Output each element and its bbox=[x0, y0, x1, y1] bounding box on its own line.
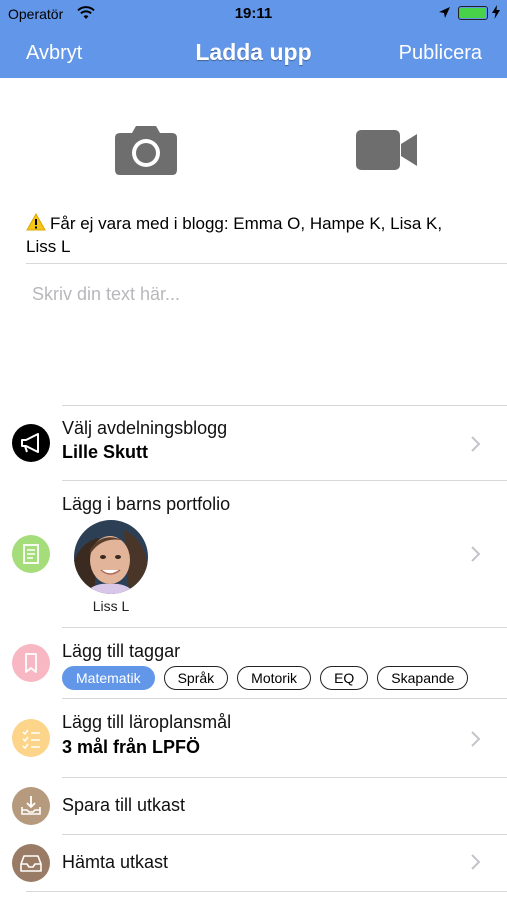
battery-icon bbox=[458, 6, 488, 20]
tag-list: Matematik Språk Motorik EQ Skapande bbox=[62, 666, 507, 691]
chevron-right-icon bbox=[471, 436, 481, 452]
video-camera-icon bbox=[356, 130, 417, 170]
child-portfolio-label: Lägg i barns portfolio bbox=[62, 494, 231, 514]
curriculum-goals-row[interactable]: Lägg till läroplansmål 3 mål från LPFÖ bbox=[0, 699, 507, 777]
divider bbox=[26, 263, 507, 264]
child-avatar[interactable] bbox=[74, 520, 148, 594]
chevron-right-icon bbox=[471, 546, 481, 562]
tag-chip[interactable]: Matematik bbox=[62, 666, 155, 690]
tag-chip[interactable]: Motorik bbox=[237, 666, 312, 690]
post-text-input[interactable] bbox=[26, 278, 507, 410]
select-blog-row[interactable]: Välj avdelningsblogg Lille Skutt bbox=[0, 406, 507, 480]
camera-button[interactable] bbox=[114, 124, 178, 181]
tag-chip[interactable]: Språk bbox=[163, 666, 229, 690]
save-draft-row[interactable]: Spara till utkast bbox=[0, 778, 507, 834]
video-button[interactable] bbox=[356, 130, 418, 175]
charging-icon bbox=[492, 5, 500, 22]
document-icon bbox=[12, 535, 50, 573]
nav-bar: Avbryt Ladda upp Publicera bbox=[0, 28, 507, 78]
tag-chip[interactable]: Skapande bbox=[377, 666, 469, 690]
select-blog-label: Välj avdelningsblogg bbox=[62, 418, 228, 438]
add-tags-label: Lägg till taggar bbox=[62, 641, 181, 661]
warning-icon bbox=[26, 212, 46, 236]
checklist-icon bbox=[12, 719, 50, 757]
bookmark-icon bbox=[12, 644, 50, 682]
download-tray-icon bbox=[12, 787, 50, 825]
blog-exclusion-warning: Får ej vara med i blogg: Emma O, Hampe K… bbox=[26, 212, 476, 257]
location-arrow-icon bbox=[438, 6, 451, 24]
megaphone-icon bbox=[12, 424, 50, 462]
divider bbox=[26, 891, 507, 892]
camera-icon bbox=[115, 126, 177, 175]
status-bar: Operatör 19:11 bbox=[0, 0, 507, 28]
get-draft-label: Hämta utkast bbox=[62, 852, 169, 872]
chevron-right-icon bbox=[471, 731, 481, 747]
curriculum-goals-label: Lägg till läroplansmål bbox=[62, 712, 232, 732]
selected-blog-value: Lille Skutt bbox=[62, 442, 149, 462]
inbox-tray-icon bbox=[12, 844, 50, 882]
clock: 19:11 bbox=[234, 5, 273, 22]
tag-chip[interactable]: EQ bbox=[320, 666, 369, 690]
chevron-right-icon bbox=[471, 854, 481, 870]
save-draft-label: Spara till utkast bbox=[62, 795, 186, 815]
curriculum-goals-value: 3 mål från LPFÖ bbox=[62, 737, 201, 757]
child-name-label: Liss L bbox=[92, 598, 130, 614]
publish-button[interactable]: Publicera bbox=[399, 42, 482, 65]
warning-text: Får ej vara med i blogg: Emma O, Hampe K… bbox=[26, 214, 443, 256]
get-draft-row[interactable]: Hämta utkast bbox=[0, 835, 507, 891]
